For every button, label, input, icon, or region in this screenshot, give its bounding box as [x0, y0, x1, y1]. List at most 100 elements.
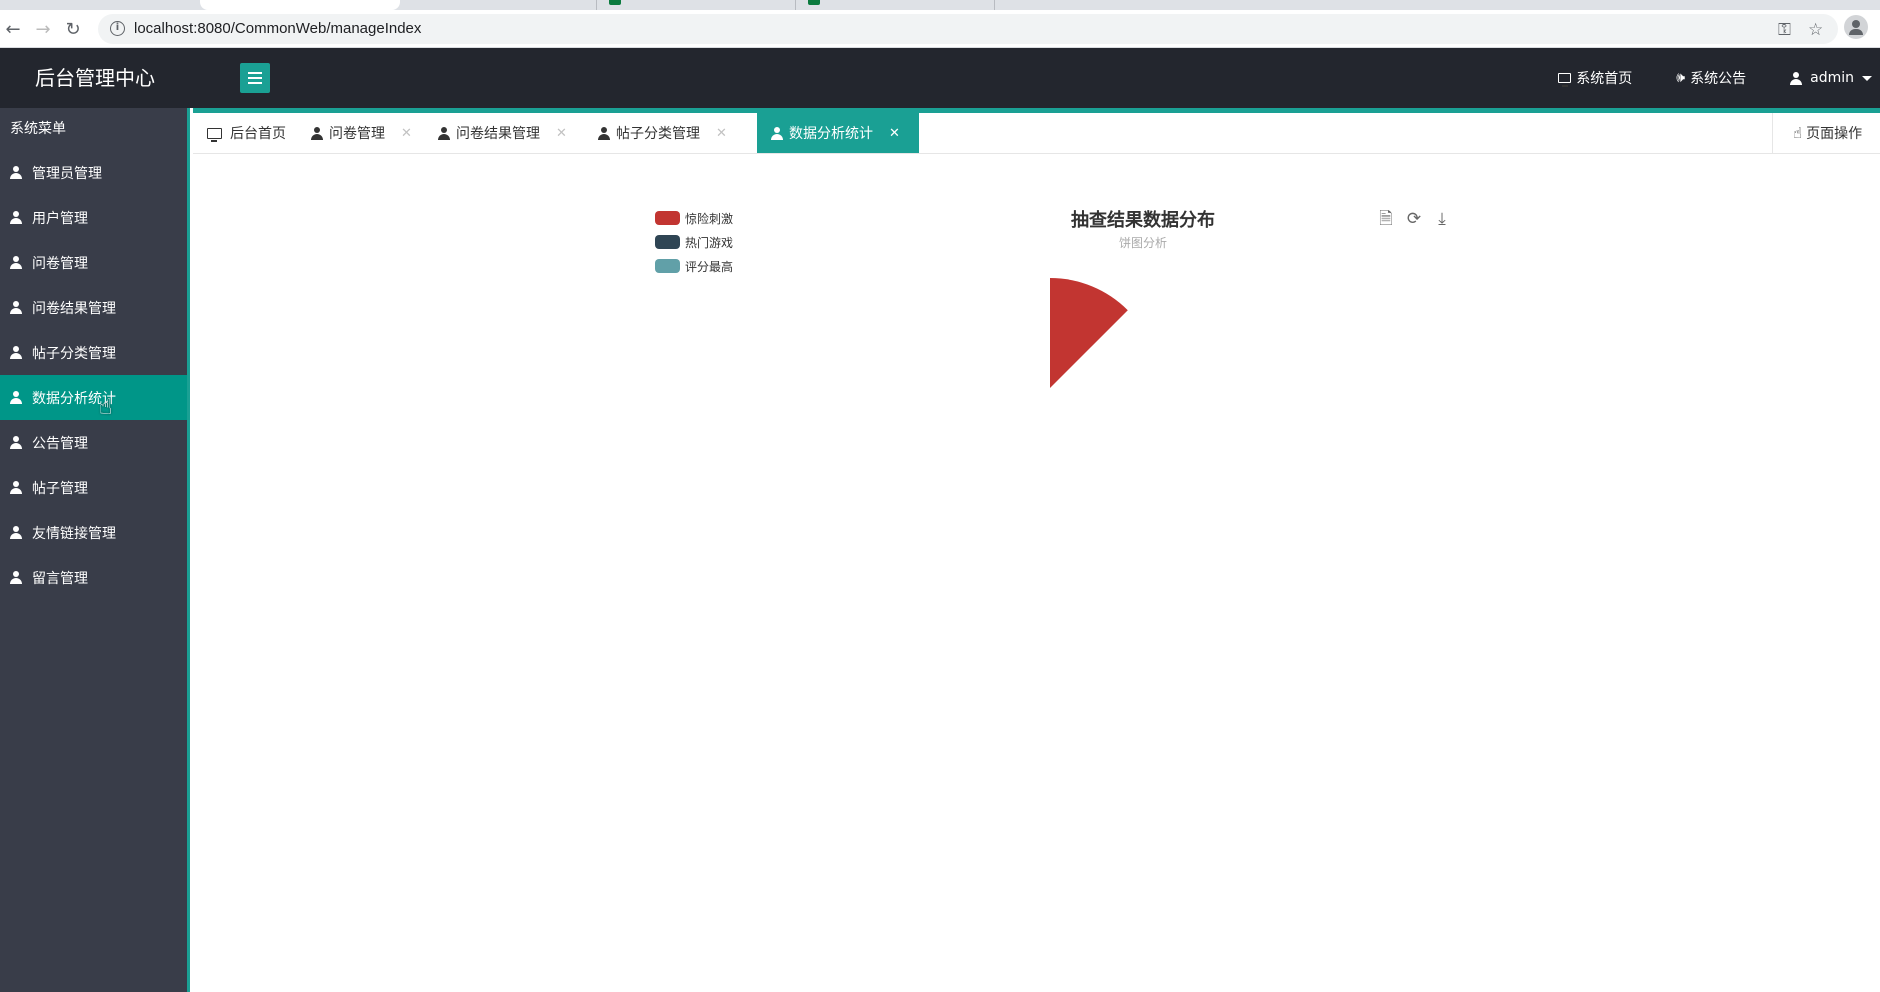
menu-toggle-button[interactable]: [240, 63, 270, 93]
header-home-link[interactable]: 系统首页: [1558, 68, 1632, 88]
sidebar-item-questionnaire-results[interactable]: 问卷结果管理: [0, 285, 187, 330]
refresh-icon[interactable]: ⟳: [1404, 209, 1424, 229]
sidebar-item-label: 问卷管理: [32, 255, 88, 272]
pie-chart-svg: [1050, 278, 1128, 388]
sidebar-item-posts[interactable]: 帖子管理: [0, 465, 187, 510]
chart-container: 抽查结果数据分布 饼图分析 惊险刺激 热门游戏 评分最高 🗎 ⟳ ⤓: [193, 154, 1880, 992]
close-icon[interactable]: ✕: [716, 126, 727, 141]
sidebar-item-label: 管理员管理: [32, 165, 102, 182]
header-notice-link[interactable]: 🕪 系统公告: [1676, 68, 1746, 88]
sidebar-item-label: 帖子分类管理: [32, 345, 116, 362]
tab-label: 问卷结果管理: [456, 126, 540, 142]
app-title: 后台管理中心: [35, 66, 155, 90]
sidebar-item-label: 友情链接管理: [32, 525, 116, 542]
download-icon[interactable]: ⤓: [1432, 209, 1452, 229]
tab-questionnaire-results[interactable]: 问卷结果管理 ✕: [424, 113, 584, 153]
user-icon: [10, 346, 22, 359]
page-ops-button[interactable]: ☝ 页面操作: [1772, 113, 1880, 153]
hamburger-line: [248, 77, 262, 79]
legend-item[interactable]: 热门游戏: [655, 230, 733, 254]
user-icon: [598, 126, 610, 140]
sidebar-item-admin[interactable]: 管理员管理: [0, 150, 187, 195]
close-icon[interactable]: ✕: [401, 126, 412, 141]
user-icon: [10, 481, 22, 494]
legend-swatch: [655, 235, 680, 249]
legend-item[interactable]: 惊险刺激: [655, 206, 733, 230]
excel-icon: [609, 0, 621, 5]
header-user-label: admin: [1810, 70, 1854, 86]
key-icon[interactable]: ⚿: [1778, 20, 1791, 40]
user-icon: [10, 211, 22, 224]
reload-icon[interactable]: ↻: [62, 18, 84, 40]
browser-tab[interactable]: [400, 0, 597, 10]
legend-item[interactable]: 评分最高: [655, 254, 733, 278]
sidebar-item-announcements[interactable]: 公告管理: [0, 420, 187, 465]
tab-post-categories[interactable]: 帖子分类管理 ✕: [584, 113, 749, 153]
tab-questionnaire[interactable]: 问卷管理 ✕: [297, 113, 424, 153]
user-icon: [10, 391, 22, 404]
sidebar-item-label: 用户管理: [32, 210, 88, 227]
back-icon[interactable]: ←: [2, 18, 24, 40]
user-icon: [10, 256, 22, 269]
tab-bar: 后台首页 问卷管理 ✕ 问卷结果管理 ✕ 帖子分类管理 ✕ 数据分析统计 ✕ ☝…: [193, 108, 1880, 154]
header-nav: 系统首页 🕪 系统公告 admin: [1558, 48, 1880, 108]
legend-swatch: [655, 211, 680, 225]
sidebar-item-links[interactable]: 友情链接管理: [0, 510, 187, 555]
sidebar-item-questionnaire[interactable]: 问卷管理: [0, 240, 187, 285]
url-text[interactable]: localhost:8080/CommonWeb/manageIndex: [134, 20, 421, 37]
sidebar: 系统菜单 管理员管理 用户管理 问卷管理 问卷结果管理 帖子分类管理 数据分析统…: [0, 108, 190, 992]
header-home-label: 系统首页: [1576, 71, 1633, 87]
tab-label: 问卷管理: [329, 126, 385, 142]
chart-subtitle: 饼图分析: [1118, 236, 1167, 250]
data-view-icon[interactable]: 🗎: [1376, 209, 1396, 229]
user-icon: [10, 571, 22, 584]
forward-icon[interactable]: →: [32, 18, 54, 40]
chevron-down-icon: [1862, 75, 1872, 81]
header-user-menu[interactable]: admin: [1790, 70, 1872, 86]
url-box[interactable]: i localhost:8080/CommonWeb/manageIndex ⚿…: [98, 14, 1838, 44]
info-icon[interactable]: i: [110, 21, 125, 36]
user-icon: [438, 126, 450, 140]
user-icon: [10, 301, 22, 314]
page-ops-label: 页面操作: [1806, 126, 1863, 142]
header-notice-label: 系统公告: [1690, 71, 1747, 87]
sidebar-item-messages[interactable]: 留言管理: [0, 555, 187, 600]
browser-tab-strip: [0, 0, 1880, 10]
address-bar: ← → ↻ i localhost:8080/CommonWeb/manageI…: [0, 10, 1880, 48]
user-icon: [10, 436, 22, 449]
user-icon: [771, 126, 783, 140]
tab-data-analysis[interactable]: 数据分析统计 ✕: [757, 113, 919, 153]
chart-title: 抽查结果数据分布: [1071, 210, 1215, 231]
excel-icon: [808, 0, 820, 5]
browser-tab[interactable]: [597, 0, 796, 10]
profile-icon[interactable]: [1844, 15, 1868, 39]
legend-swatch: [655, 259, 680, 273]
legend-label: 惊险刺激: [685, 211, 734, 226]
user-icon: [10, 526, 22, 539]
pie-slice[interactable]: [1050, 278, 1128, 388]
hand-pointer-icon: ☝: [1793, 124, 1803, 142]
tab-home[interactable]: 后台首页: [193, 113, 297, 153]
sidebar-item-data-analysis[interactable]: 数据分析统计: [0, 375, 187, 420]
close-icon[interactable]: ✕: [889, 126, 900, 141]
hamburger-icon: [248, 72, 262, 74]
user-icon: [10, 166, 22, 179]
sidebar-item-users[interactable]: 用户管理: [0, 195, 187, 240]
close-icon[interactable]: ✕: [556, 126, 567, 141]
sidebar-item-label: 问卷结果管理: [32, 300, 116, 317]
sidebar-item-label: 留言管理: [32, 570, 88, 587]
browser-tab-active[interactable]: [200, 0, 400, 10]
star-icon[interactable]: ☆: [1808, 20, 1823, 40]
sidebar-title: 系统菜单: [10, 121, 66, 137]
hamburger-line: [248, 82, 262, 84]
chart-legend: 惊险刺激 热门游戏 评分最高: [655, 206, 733, 278]
sidebar-item-label: 帖子管理: [32, 480, 88, 497]
tab-label: 帖子分类管理: [616, 126, 700, 142]
hand-cursor-icon: ☝: [99, 395, 113, 420]
browser-tab[interactable]: [796, 0, 995, 10]
user-icon: [1790, 71, 1803, 85]
sidebar-item-post-categories[interactable]: 帖子分类管理: [0, 330, 187, 375]
monitor-icon: [1558, 73, 1572, 87]
tab-label: 数据分析统计: [789, 126, 873, 142]
legend-label: 评分最高: [685, 259, 734, 274]
